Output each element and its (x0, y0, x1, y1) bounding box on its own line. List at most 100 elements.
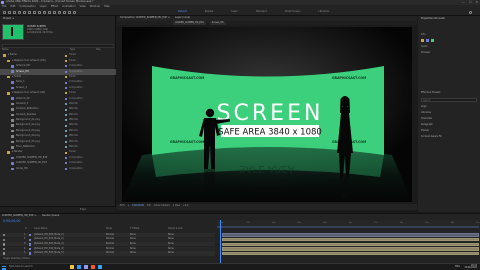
layer-trkmat-dropdown[interactable]: None (130, 247, 136, 250)
label-color-tag[interactable] (65, 167, 67, 170)
taskbar-app-icon[interactable] (84, 265, 88, 270)
panel-preview[interactable]: Preview (421, 51, 430, 54)
label-color-tag[interactable] (65, 157, 67, 160)
work-area-bar[interactable] (217, 226, 479, 228)
layer-label-color[interactable] (29, 243, 32, 246)
visibility-eye-icon[interactable] (3, 234, 6, 237)
hand-tool-icon[interactable] (13, 10, 16, 14)
panel-content-aware-fill[interactable]: Content-Aware Fill (421, 135, 442, 138)
label-color-tag[interactable] (65, 54, 67, 57)
taskbar-app-icon[interactable] (77, 265, 81, 270)
layer-trkmat-dropdown[interactable]: None (130, 233, 136, 236)
timeline-timecode[interactable]: 0;00;00;00 (3, 219, 20, 223)
visibility-eye-icon[interactable] (3, 238, 6, 241)
layer-duration-bar[interactable] (222, 242, 479, 247)
layer-label-color[interactable] (29, 238, 32, 241)
layer-parent-dropdown[interactable]: None (168, 238, 174, 240)
label-color-tag[interactable] (65, 146, 67, 149)
roto-brush-tool-icon[interactable] (68, 10, 71, 14)
tab-render-queue[interactable]: Render Queue (42, 214, 59, 219)
layer-trkmat-dropdown[interactable]: None (130, 242, 136, 245)
pen-tool-icon[interactable] (43, 10, 46, 14)
eraser-tool-icon[interactable] (63, 10, 66, 14)
search-help-icon[interactable] (469, 10, 472, 14)
mask-tool-icon[interactable] (38, 10, 41, 14)
label-color-tag[interactable] (65, 103, 67, 106)
label-color-tag[interactable] (65, 124, 67, 127)
workspace-standard[interactable]: Standard (256, 10, 267, 13)
label-color-tag[interactable] (65, 162, 67, 165)
layer-mode-dropdown[interactable]: Normal (106, 247, 114, 250)
language-indicator[interactable]: ENG (455, 265, 460, 268)
brush-tool-icon[interactable] (53, 10, 56, 14)
panel-tracker[interactable]: Tracker (421, 129, 429, 132)
zoom-dropdown[interactable]: 50% (120, 204, 125, 209)
column-mode[interactable]: Mode (106, 227, 112, 230)
workspace-review[interactable]: Review (205, 10, 214, 13)
camera-dropdown[interactable]: Active Camera (154, 204, 170, 209)
layer-parent-dropdown[interactable]: None (168, 233, 174, 236)
effects-search-input[interactable]: Search (421, 98, 477, 102)
layer-parent-dropdown[interactable]: None (168, 252, 174, 254)
taskbar-app-icon[interactable] (91, 265, 95, 270)
workspace-small-screen[interactable]: Small Screen (285, 10, 301, 13)
type-tool-icon[interactable] (48, 10, 51, 14)
resolution-dropdown[interactable]: Full (147, 204, 151, 209)
label-color-tag[interactable] (65, 81, 67, 84)
maximize-button[interactable]: ☐ (469, 1, 472, 4)
label-color-tag[interactable] (65, 92, 67, 95)
layer-label-color[interactable] (29, 234, 32, 237)
layer-duration-bar[interactable] (222, 251, 479, 256)
visibility-eye-icon[interactable] (3, 243, 6, 246)
clone-stamp-tool-icon[interactable] (58, 10, 61, 14)
label-color-tag[interactable] (65, 130, 67, 133)
label-color-tag[interactable] (65, 140, 67, 143)
layer-label-color[interactable] (29, 247, 32, 251)
label-color-tag[interactable] (65, 65, 67, 68)
bit-depth-button[interactable]: 8 bpc (80, 208, 86, 211)
workspace-default[interactable]: Default (178, 10, 187, 13)
zoom-chevron-icon[interactable]: ▾ (128, 204, 129, 209)
layer-mode-dropdown[interactable]: Normal (106, 238, 114, 240)
label-color-tag[interactable] (65, 113, 67, 116)
clock[interactable]: 18:04 30/06/2020 (464, 264, 477, 270)
playhead[interactable] (220, 220, 221, 264)
selection-tool-icon[interactable] (8, 10, 11, 14)
panel-align[interactable]: Align (421, 105, 427, 108)
label-color-tag[interactable] (65, 151, 67, 154)
layer-duration-bar[interactable] (222, 237, 479, 242)
panel-character[interactable]: Character (421, 117, 432, 120)
label-color-tag[interactable] (65, 59, 67, 62)
label-color-tag[interactable] (65, 108, 67, 111)
pan-behind-tool-icon[interactable] (33, 10, 36, 14)
panel-info[interactable]: Info (421, 33, 425, 36)
layer-trkmat-dropdown[interactable]: None (130, 252, 136, 254)
breadcrumb-screen[interactable]: Screen_HD (209, 22, 226, 25)
zoom-tool-icon[interactable] (18, 10, 21, 14)
minimize-button[interactable]: — (462, 1, 465, 4)
view-layout-dropdown[interactable]: 1 View (173, 204, 180, 209)
workspace-learn[interactable]: Learn (231, 10, 238, 13)
layer-row[interactable]: 5 [Artwork_HD_Edit_Mode_5] Normal None None (0, 251, 215, 256)
visibility-eye-icon[interactable] (3, 252, 6, 255)
right-panel-tabs[interactable]: Properties Info Audio (421, 17, 445, 20)
layer-parent-dropdown[interactable]: None (168, 242, 174, 245)
rotate-tool-icon[interactable] (23, 10, 26, 14)
layer-duration-bar[interactable] (222, 247, 479, 251)
panel-effects-presets[interactable]: Effects & Presets (421, 91, 440, 94)
puppet-tool-icon[interactable] (73, 10, 76, 14)
visibility-eye-icon[interactable] (3, 247, 6, 251)
composition-viewer[interactable]: SAFE AREA GRAPHICSAST.COM GRAPHICSAST.CO… (122, 27, 412, 202)
breadcrumb-comp[interactable]: CURVED_SCREEN_HD_Edit (173, 22, 206, 25)
layer-mode-dropdown[interactable]: Normal (106, 233, 114, 236)
label-color-tag[interactable] (65, 70, 67, 73)
layer-label-color[interactable] (29, 252, 32, 255)
label-color-tag[interactable] (65, 135, 67, 138)
camera-tool-icon[interactable] (28, 10, 31, 14)
home-icon[interactable] (3, 10, 6, 14)
panel-libraries[interactable]: Libraries (421, 111, 431, 114)
project-item[interactable]: Comp_HD Composition (0, 166, 116, 171)
layer-mode-dropdown[interactable]: Normal (106, 242, 114, 245)
taskbar-app-icon[interactable] (98, 265, 102, 270)
exposure-value[interactable]: +0.0 (183, 204, 188, 209)
